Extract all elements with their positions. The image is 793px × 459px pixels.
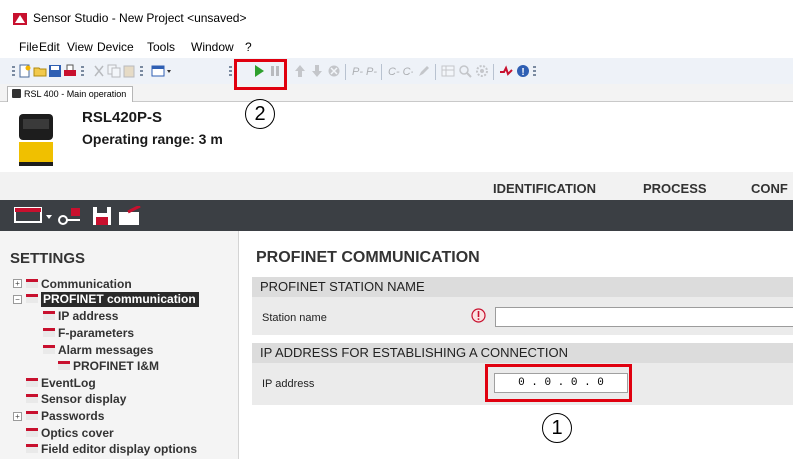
upload-icon[interactable]	[293, 64, 307, 78]
toolbar-separator	[493, 64, 494, 80]
tree-item-profinet-communication[interactable]: PROFINET communication	[26, 292, 199, 307]
device-tab-label: RSL 400 - Main operation	[24, 89, 127, 99]
parameter-icon[interactable]: P- P-	[351, 64, 377, 78]
tree-item-field-editor-display-options[interactable]: Field editor display options	[26, 442, 197, 456]
toolbar-grip[interactable]	[81, 66, 84, 78]
expand-passwords[interactable]: +	[13, 412, 22, 421]
station-name-input[interactable]	[495, 307, 793, 327]
page-icon	[43, 311, 55, 320]
stop-icon[interactable]	[327, 64, 341, 78]
menu-window[interactable]: Window	[191, 40, 234, 54]
tree-item-communication[interactable]: Communication	[26, 277, 132, 291]
toolbar-grip[interactable]	[229, 66, 232, 78]
save-icon[interactable]	[48, 64, 62, 78]
ip-address-label: IP address	[262, 378, 315, 390]
folder-icon	[26, 294, 38, 303]
tree-item-passwords[interactable]: Passwords	[26, 409, 104, 423]
expand-communication[interactable]: +	[13, 279, 22, 288]
menu-view[interactable]: View	[67, 40, 93, 54]
tree-item-ip-address[interactable]: IP address	[43, 309, 118, 323]
device-tab[interactable]: RSL 400 - Main operation	[7, 86, 134, 102]
page-icon	[26, 444, 38, 453]
download-icon[interactable]	[310, 64, 324, 78]
device-tab-icon	[12, 89, 21, 98]
device-image	[19, 114, 53, 166]
menu-file[interactable]: File	[19, 40, 38, 54]
toolbar-separator	[435, 64, 436, 80]
tree-item-profinet-im[interactable]: PROFINET I&M	[58, 359, 159, 373]
new-project-icon[interactable]	[18, 64, 32, 78]
svg-text:C- C-: C- C-	[388, 66, 413, 78]
station-name-label: Station name	[262, 312, 327, 324]
menu-device[interactable]: Device	[97, 40, 134, 54]
page-icon	[58, 361, 70, 370]
zoom-icon[interactable]	[458, 64, 472, 78]
connect-icon[interactable]	[58, 206, 82, 226]
page-icon	[26, 394, 38, 403]
page-title: PROFINET COMMUNICATION	[256, 249, 480, 266]
copy-icon[interactable]	[107, 64, 121, 78]
paste-icon[interactable]	[122, 64, 136, 78]
tree-item-f-parameters[interactable]: F-parameters	[43, 326, 134, 340]
page-icon	[43, 328, 55, 337]
toolbar-separator	[345, 64, 346, 80]
signal-icon[interactable]	[499, 64, 513, 78]
run-button-highlight	[234, 59, 287, 90]
transfer-icon[interactable]	[118, 206, 144, 226]
tree-item-sensor-display[interactable]: Sensor display	[26, 392, 126, 406]
callout-1: 1	[542, 413, 572, 443]
folder-icon	[26, 279, 38, 288]
menu-help[interactable]: ?	[245, 40, 252, 54]
folder-icon	[26, 411, 38, 420]
table-icon[interactable]	[441, 64, 455, 78]
menu-tools[interactable]: Tools	[147, 40, 175, 54]
monitor-icon[interactable]	[14, 206, 54, 226]
tab-configuration[interactable]: CONF	[751, 181, 788, 196]
toolbar: P- P- C- C- !	[0, 58, 793, 84]
page-icon	[26, 428, 38, 437]
device-name: RSL420P-S	[82, 109, 163, 126]
page-icon	[43, 345, 55, 354]
compare-icon[interactable]: C- C-	[387, 64, 413, 78]
svg-text:P- P-: P- P-	[352, 66, 377, 78]
toolbar-grip[interactable]	[12, 66, 15, 78]
ip-address-highlight	[485, 364, 632, 402]
toolbar-grip[interactable]	[533, 66, 536, 78]
view-icon[interactable]	[151, 64, 173, 78]
save-to-device-icon[interactable]	[92, 206, 112, 226]
menu-bar: File Edit View Device Tools Window ?	[0, 40, 793, 56]
tree-item-eventlog[interactable]: EventLog	[26, 376, 96, 390]
callout-2: 2	[245, 99, 275, 129]
cut-icon[interactable]	[92, 64, 106, 78]
page-icon	[26, 378, 38, 387]
operating-range: Operating range: 3 m	[82, 131, 223, 147]
svg-text:!: !	[521, 67, 524, 78]
settings-icon[interactable]	[475, 64, 489, 78]
collapse-profinet[interactable]: −	[13, 295, 22, 304]
tab-process[interactable]: PROCESS	[643, 181, 707, 196]
station-name-group-header: PROFINET STATION NAME	[252, 277, 793, 297]
ip-address-group-header: IP ADDRESS FOR ESTABLISHING A CONNECTION	[252, 343, 793, 363]
help-icon[interactable]: !	[516, 64, 530, 78]
tree-item-optics-cover[interactable]: Optics cover	[26, 426, 114, 440]
open-icon[interactable]	[33, 64, 47, 78]
edit-icon[interactable]	[417, 64, 431, 78]
tab-identification[interactable]: IDENTIFICATION	[493, 181, 596, 196]
tree-item-alarm-messages[interactable]: Alarm messages	[43, 343, 153, 357]
app-icon	[13, 13, 27, 25]
print-icon[interactable]	[63, 64, 77, 78]
menu-edit[interactable]: Edit	[39, 40, 60, 54]
settings-title: SETTINGS	[10, 250, 86, 267]
warning-icon	[471, 308, 486, 323]
window-title: Sensor Studio - New Project <unsaved>	[33, 11, 247, 25]
toolbar-grip[interactable]	[140, 66, 143, 78]
toolbar-separator	[381, 64, 382, 80]
